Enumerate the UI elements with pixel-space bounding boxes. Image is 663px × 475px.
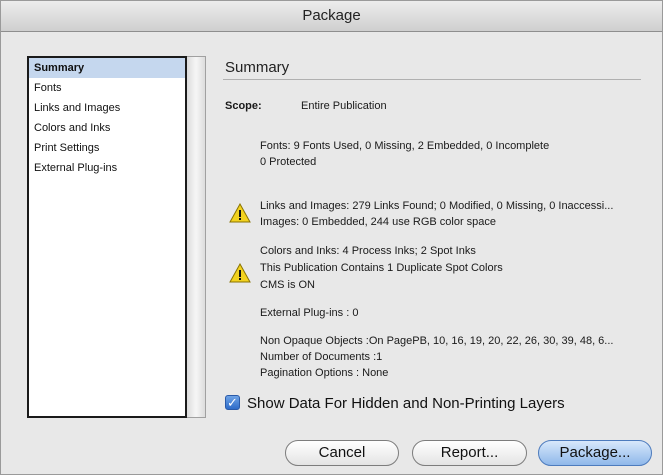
panel-title: Summary <box>225 59 290 76</box>
plugins-summary-line: External Plug-ins : 0 <box>260 307 359 319</box>
sidebar-item-colors-and-inks[interactable]: Colors and Inks <box>29 118 185 138</box>
sidebar-item-links-and-images[interactable]: Links and Images <box>29 98 185 118</box>
images-summary-line: Images: 0 Embedded, 244 use RGB color sp… <box>260 216 497 228</box>
warning-icon <box>229 263 251 283</box>
checkmark-icon: ✓ <box>227 395 238 410</box>
fonts-protected-line: 0 Protected <box>260 156 317 168</box>
report-button[interactable]: Report... <box>412 440 527 466</box>
duplicate-spot-colors-line: This Publication Contains 1 Duplicate Sp… <box>260 262 503 274</box>
fonts-summary-line: Fonts: 9 Fonts Used, 0 Missing, 2 Embedd… <box>260 140 550 152</box>
package-dialog: Package Summary Fonts Links and Images C… <box>0 0 663 475</box>
cancel-button[interactable]: Cancel <box>285 440 399 466</box>
pagination-options-line: Pagination Options : None <box>260 367 389 379</box>
panel-divider <box>223 79 641 80</box>
scope-label: Scope: <box>225 100 262 112</box>
number-of-documents-line: Number of Documents :1 <box>260 351 383 363</box>
package-button[interactable]: Package... <box>538 440 652 466</box>
colors-summary-line: Colors and Inks: 4 Process Inks; 2 Spot … <box>260 245 476 257</box>
sidebar-item-external-plug-ins[interactable]: External Plug-ins <box>29 158 185 178</box>
warning-icon <box>229 203 251 223</box>
cms-status-line: CMS is ON <box>260 279 315 291</box>
scope-value: Entire Publication <box>301 100 387 112</box>
show-hidden-layers-label[interactable]: Show Data For Hidden and Non-Printing La… <box>247 395 565 412</box>
sidebar-item-print-settings[interactable]: Print Settings <box>29 138 185 158</box>
sidebar-item-fonts[interactable]: Fonts <box>29 78 185 98</box>
sidebar-scrollbar[interactable] <box>187 56 206 418</box>
category-list[interactable]: Summary Fonts Links and Images Colors an… <box>27 56 187 418</box>
sidebar-item-summary[interactable]: Summary <box>29 58 185 78</box>
window-title: Package <box>1 1 662 32</box>
non-opaque-objects-line: Non Opaque Objects :On PagePB, 10, 16, 1… <box>260 335 614 347</box>
show-hidden-layers-checkbox[interactable]: ✓ <box>225 395 240 410</box>
links-summary-line: Links and Images: 279 Links Found; 0 Mod… <box>260 200 614 212</box>
